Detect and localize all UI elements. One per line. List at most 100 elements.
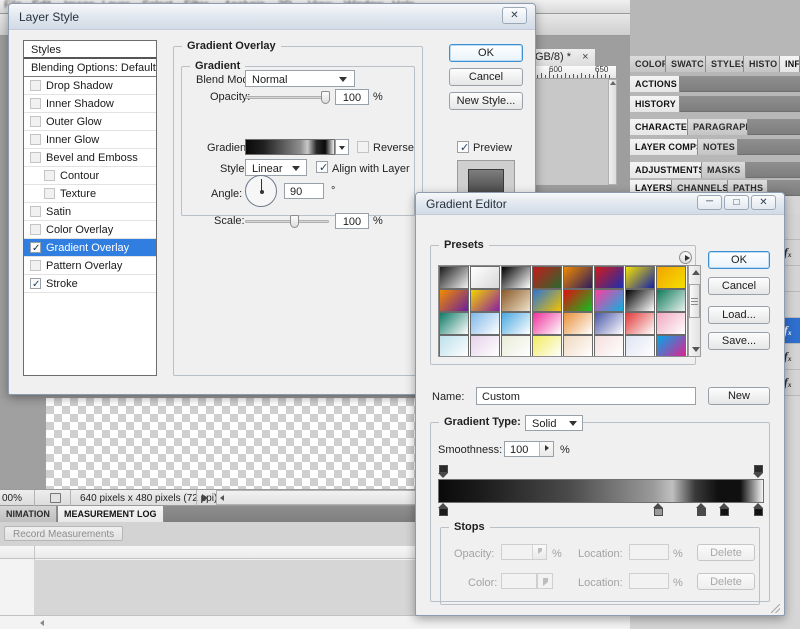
preset-gradient-20[interactable] xyxy=(563,312,593,335)
checkbox-bevel-and-emboss[interactable] xyxy=(30,152,41,163)
preset-gradient-4[interactable] xyxy=(563,266,593,289)
blending-options-row[interactable]: Blending Options: Default xyxy=(24,59,156,77)
preset-gradient-26[interactable] xyxy=(501,335,531,356)
load-button[interactable]: Load... xyxy=(708,306,770,324)
tab-info[interactable]: INFO xyxy=(780,56,800,72)
styles-list-header[interactable]: Styles xyxy=(24,41,156,59)
layer-style-titlebar[interactable]: Layer Style ✕ xyxy=(9,4,535,30)
preset-gradient-16[interactable] xyxy=(439,312,469,335)
style-row-pattern-overlay[interactable]: Pattern Overlay xyxy=(24,257,156,275)
style-select[interactable]: Linear xyxy=(245,159,307,176)
preset-gradient-18[interactable] xyxy=(501,312,531,335)
style-row-texture[interactable]: Texture xyxy=(24,185,156,203)
preset-gradient-5[interactable] xyxy=(594,266,624,289)
angle-field[interactable]: 90 xyxy=(284,183,324,199)
color-stop-0[interactable] xyxy=(438,503,449,516)
layer-fx-icon[interactable]: fₓ xyxy=(784,245,792,260)
cancel-button[interactable]: Cancel xyxy=(708,277,770,295)
layer-fx-icon[interactable]: fₓ xyxy=(784,349,792,364)
chevron-down-icon[interactable] xyxy=(292,166,300,171)
checkbox-texture[interactable] xyxy=(44,188,55,199)
preset-gradient-22[interactable] xyxy=(625,312,655,335)
reverse-checkbox[interactable] xyxy=(357,141,369,153)
tab-measurement-log[interactable]: MEASUREMENT LOG xyxy=(58,506,164,522)
preset-gradient-1[interactable] xyxy=(470,266,500,289)
preset-gradient-24[interactable] xyxy=(439,335,469,356)
checkbox-gradient-overlay[interactable]: ✓ xyxy=(30,242,41,254)
gradient-editor-titlebar[interactable]: Gradient Editor ─ □ ✕ xyxy=(416,193,784,215)
preset-gradient-21[interactable] xyxy=(594,312,624,335)
save-button[interactable]: Save... xyxy=(708,332,770,350)
preset-gradient-31[interactable] xyxy=(656,335,686,356)
close-icon[interactable]: ✕ xyxy=(751,195,776,210)
gradient-swatch-button[interactable] xyxy=(245,139,335,155)
angle-dial[interactable] xyxy=(245,175,277,207)
style-row-bevel-and-emboss[interactable]: Bevel and Emboss xyxy=(24,149,156,167)
tab-masks[interactable]: MASKS xyxy=(702,162,746,178)
preset-gradient-17[interactable] xyxy=(470,312,500,335)
scale-slider-knob[interactable] xyxy=(290,215,299,228)
checkbox-stroke[interactable]: ✓ xyxy=(30,278,41,290)
name-input[interactable]: Custom xyxy=(476,387,696,405)
presets-menu-icon[interactable] xyxy=(679,251,692,264)
ok-button[interactable]: OK xyxy=(449,44,523,62)
scroll-up-icon[interactable] xyxy=(610,81,616,85)
panel-tab-row-2[interactable]: ACTIONS xyxy=(630,76,800,92)
tab-paragraph[interactable]: PARAGRAPH xyxy=(688,119,748,135)
gradient-picker-dropdown[interactable] xyxy=(335,139,349,155)
tab-actions[interactable]: ACTIONS xyxy=(630,76,680,92)
preset-gradient-25[interactable] xyxy=(470,335,500,356)
color-stop-86[interactable] xyxy=(719,503,730,516)
preset-gradient-14[interactable] xyxy=(625,289,655,312)
tab-histogram[interactable]: HISTO xyxy=(744,56,780,72)
preset-gradient-2[interactable] xyxy=(501,266,531,289)
preset-gradient-9[interactable] xyxy=(470,289,500,312)
preset-gradient-28[interactable] xyxy=(563,335,593,356)
style-row-color-overlay[interactable]: Color Overlay xyxy=(24,221,156,239)
scale-field[interactable]: 100 xyxy=(335,213,369,229)
preset-gradient-13[interactable] xyxy=(594,289,624,312)
preset-gradient-3[interactable] xyxy=(532,266,562,289)
blend-mode-select[interactable]: Normal xyxy=(245,70,355,87)
canvas-vertical-scrollbar[interactable] xyxy=(608,79,617,185)
preset-gradient-23[interactable] xyxy=(656,312,686,335)
preset-gradient-10[interactable] xyxy=(501,289,531,312)
preset-gradient-0[interactable] xyxy=(439,266,469,289)
scroll-down-icon[interactable] xyxy=(692,347,700,352)
scale-slider-track[interactable] xyxy=(245,220,329,223)
document-size-icon[interactable] xyxy=(50,493,61,503)
restore-icon[interactable]: □ xyxy=(724,195,749,210)
layer-fx-icon[interactable]: fₓ xyxy=(784,375,792,390)
preview-checkbox[interactable]: ✓ xyxy=(457,141,469,154)
panel-tab-row-5[interactable]: LAYER COMPS NOTES xyxy=(630,139,800,155)
color-stop-93[interactable] xyxy=(753,503,764,516)
preset-gradient-27[interactable] xyxy=(532,335,562,356)
preset-gradient-19[interactable] xyxy=(532,312,562,335)
scroll-left-icon[interactable] xyxy=(220,495,224,501)
preset-gradient-6[interactable] xyxy=(625,266,655,289)
checkbox-color-overlay[interactable] xyxy=(30,224,41,235)
layer-fx-icon[interactable]: fₓ xyxy=(784,323,792,338)
tab-styles[interactable]: STYLES xyxy=(706,56,744,72)
tab-animation[interactable]: NIMATION xyxy=(0,506,57,522)
tab-notes[interactable]: NOTES xyxy=(698,139,738,155)
preset-gradient-8[interactable] xyxy=(439,289,469,312)
panel-tab-row-1[interactable]: COLOR SWATC STYLES HISTO INFO xyxy=(630,56,800,72)
style-row-drop-shadow[interactable]: Drop Shadow xyxy=(24,77,156,95)
ok-button[interactable]: OK xyxy=(708,251,770,269)
style-row-outer-glow[interactable]: Outer Glow xyxy=(24,113,156,131)
chevron-down-icon[interactable] xyxy=(569,421,577,426)
preset-gradient-11[interactable] xyxy=(532,289,562,312)
preset-gradient-30[interactable] xyxy=(625,335,655,356)
chevron-down-icon[interactable] xyxy=(339,146,345,150)
close-icon[interactable]: ✕ xyxy=(502,7,527,24)
cancel-button[interactable]: Cancel xyxy=(449,68,523,86)
record-measurements-button[interactable]: Record Measurements xyxy=(4,526,124,541)
opacity-slider-track[interactable] xyxy=(245,96,329,99)
gradient-type-select[interactable]: Solid xyxy=(525,415,583,431)
preset-gradient-12[interactable] xyxy=(563,289,593,312)
opacity-stop-end[interactable] xyxy=(753,465,764,478)
opacity-field[interactable]: 100 xyxy=(335,89,369,105)
checkbox-inner-glow[interactable] xyxy=(30,134,41,145)
panel-tab-row-4[interactable]: CHARACTER PARAGRAPH xyxy=(630,119,800,135)
